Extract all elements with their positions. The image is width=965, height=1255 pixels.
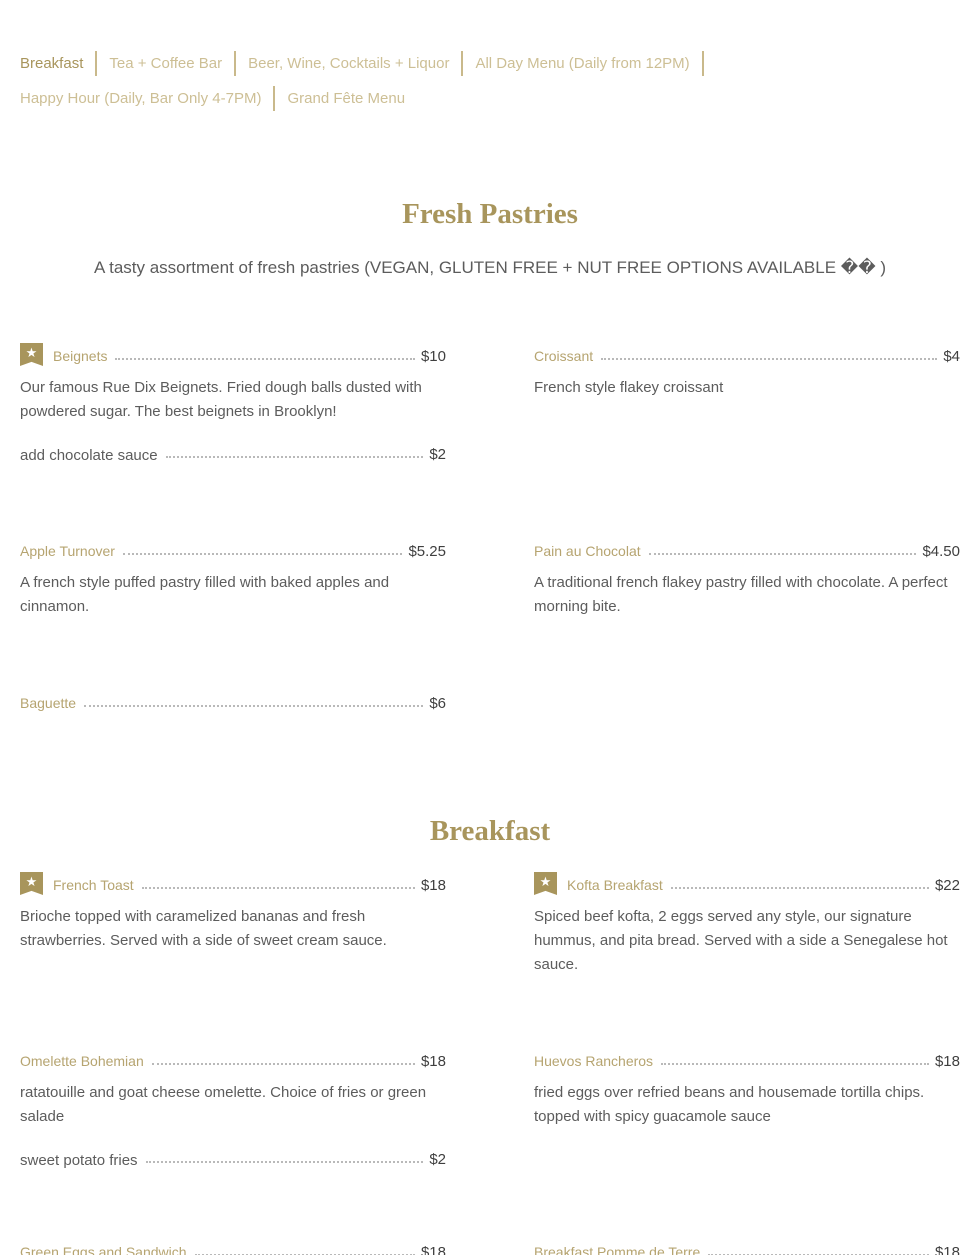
star-icon: ★: [534, 872, 557, 895]
menu-item-description: fried eggs over refried beans and housem…: [534, 1084, 925, 1125]
star-icon: ★: [20, 343, 43, 366]
tab-all-day-menu[interactable]: All Day Menu (Daily from 12PM): [475, 51, 704, 76]
menu-item-header: ★ Beignets $10: [20, 342, 446, 366]
dotted-leader: [122, 553, 403, 555]
tab-grand-fete-menu[interactable]: Grand Fête Menu: [287, 86, 417, 111]
menu-item-name: Pain au Chocolat: [534, 543, 641, 559]
menu-item: Green Eggs and Sandwich $18: [20, 1238, 446, 1255]
dotted-leader: [165, 456, 424, 458]
menu-item-description: A traditional french flakey pastry fille…: [534, 574, 948, 615]
menu-item-description: Our famous Rue Dix Beignets. Fried dough…: [20, 379, 422, 420]
menu-item: Baguette $6: [20, 689, 446, 713]
menu-item: ★ Kofta Breakfast $22 Spiced beef kofta,…: [534, 871, 960, 977]
menu-item-header: Huevos Rancheros $18: [534, 1047, 960, 1071]
dotted-leader: [151, 1063, 415, 1065]
menu-item-price: $10: [420, 348, 446, 365]
menu-item: Breakfast Pomme de Terre $18: [534, 1238, 960, 1255]
menu-item: ★ Beignets $10 Our famous Rue Dix Beigne…: [20, 342, 446, 464]
menu-item: ★ French Toast $18 Brioche topped with c…: [20, 871, 446, 953]
dotted-leader: [115, 358, 415, 360]
menu-item-description: A french style puffed pastry filled with…: [20, 574, 390, 615]
dotted-leader: [84, 705, 424, 707]
menu-item-price: $6: [429, 695, 446, 712]
menu-item-addon: add chocolate sauce $2: [20, 442, 446, 464]
tab-row-2: Happy Hour (Daily, Bar Only 4-7PM) Grand…: [20, 85, 950, 112]
addon-price: $2: [429, 446, 446, 463]
menu-item-description: ratatouille and goat cheese omelette. Ch…: [20, 1084, 427, 1125]
menu-item-name: Apple Turnover: [20, 543, 115, 559]
menu-item: Pain au Chocolat $4.50 A traditional fre…: [534, 537, 960, 619]
addon-price: $2: [429, 1151, 446, 1168]
menu-item-description: French style flakey croissant: [534, 379, 724, 396]
addon-name: sweet potato fries: [20, 1152, 138, 1169]
menu-item-price: $4.50: [922, 543, 960, 560]
menu-item-price: $18: [934, 1244, 960, 1255]
menu-item-price: $5.25: [408, 543, 446, 560]
menu-item: Croissant $4 French style flakey croissa…: [534, 342, 960, 400]
menu-item-header: ★ French Toast $18: [20, 871, 446, 895]
menu-item-description: Brioche topped with caramelized bananas …: [20, 908, 387, 949]
dotted-leader: [661, 1063, 929, 1065]
menu-item-name: Croissant: [534, 348, 594, 364]
menu-item-name: Beignets: [53, 348, 108, 364]
menu-item-price: $22: [934, 877, 960, 894]
menu-item-name: Green Eggs and Sandwich: [20, 1244, 187, 1255]
menu-item-header: Omelette Bohemian $18: [20, 1047, 446, 1071]
menu-item-header: Green Eggs and Sandwich $18: [20, 1238, 446, 1255]
menu-item-header: Baguette $6: [20, 689, 446, 713]
dotted-leader: [601, 358, 938, 360]
menu-item-name: Omelette Bohemian: [20, 1053, 144, 1069]
star-icon: ★: [20, 872, 43, 895]
menu-item-name: Kofta Breakfast: [567, 877, 663, 893]
menu-item: Apple Turnover $5.25 A french style puff…: [20, 537, 446, 619]
menu-item-name: Baguette: [20, 695, 77, 711]
menu-item-header: Breakfast Pomme de Terre $18: [534, 1238, 960, 1255]
tab-beer-wine-cocktails[interactable]: Beer, Wine, Cocktails + Liquor: [248, 51, 464, 76]
section-title-pastries: Fresh Pastries: [402, 198, 578, 230]
menu-item-price: $4: [943, 348, 960, 365]
dotted-leader: [141, 887, 415, 889]
menu-item-name: Breakfast Pomme de Terre: [534, 1244, 701, 1255]
menu-item-price: $18: [420, 877, 446, 894]
menu-item-header: Croissant $4: [534, 342, 960, 366]
dotted-leader: [670, 887, 929, 889]
tab-tea-coffee-bar[interactable]: Tea + Coffee Bar: [109, 51, 237, 76]
section-title-breakfast: Breakfast: [429, 815, 551, 847]
menu-item: Omelette Bohemian $18 ratatouille and go…: [20, 1047, 446, 1169]
dotted-leader: [145, 1161, 424, 1163]
menu-item-addon: sweet potato fries $2: [20, 1147, 446, 1169]
menu-item-description: Spiced beef kofta, 2 eggs served any sty…: [534, 908, 948, 973]
menu-tabs: Breakfast Tea + Coffee Bar Beer, Wine, C…: [20, 50, 950, 120]
menu-item-name: French Toast: [53, 877, 134, 893]
tab-row-1: Breakfast Tea + Coffee Bar Beer, Wine, C…: [20, 50, 950, 77]
menu-item: Huevos Rancheros $18 fried eggs over ref…: [534, 1047, 960, 1129]
menu-item-header: Pain au Chocolat $4.50: [534, 537, 960, 561]
menu-item-price: $18: [934, 1053, 960, 1070]
menu-item-price: $18: [420, 1053, 446, 1070]
section-subtitle-pastries: A tasty assortment of fresh pastries (VE…: [93, 258, 887, 277]
addon-name: add chocolate sauce: [20, 447, 158, 464]
dotted-leader: [648, 553, 917, 555]
menu-item-name: Huevos Rancheros: [534, 1053, 654, 1069]
menu-item-price: $18: [420, 1244, 446, 1255]
tab-happy-hour[interactable]: Happy Hour (Daily, Bar Only 4-7PM): [20, 86, 276, 111]
tab-breakfast[interactable]: Breakfast: [20, 51, 98, 76]
menu-item-header: ★ Kofta Breakfast $22: [534, 871, 960, 895]
menu-item-header: Apple Turnover $5.25: [20, 537, 446, 561]
